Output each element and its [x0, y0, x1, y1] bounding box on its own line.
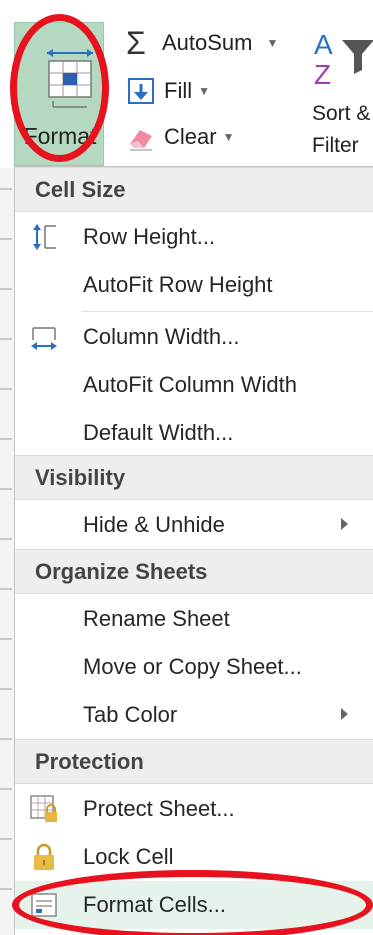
lock-icon	[34, 843, 54, 870]
menu-item-lock-cell[interactable]: Lock Cell	[15, 833, 373, 881]
section-protection: Protection	[15, 739, 373, 784]
section-visibility: Visibility	[15, 455, 373, 500]
worksheet-edge	[0, 168, 14, 935]
sort-label[interactable]: Sort &	[312, 102, 370, 126]
eraser-icon	[130, 130, 152, 151]
menu-item-label: Protect Sheet...	[83, 796, 235, 821]
menu-item-protect-sheet[interactable]: Protect Sheet...	[15, 785, 373, 833]
section-title: Cell Size	[35, 177, 126, 202]
menu-item-autofit-column-width[interactable]: AutoFit Column Width	[15, 361, 373, 409]
menu-item-column-width[interactable]: Column Width...	[15, 313, 373, 361]
section-title: Visibility	[35, 465, 126, 490]
submenu-arrow-icon	[341, 708, 348, 720]
row-height-icon	[33, 224, 56, 250]
fill-button[interactable]: Fill ▼	[126, 76, 210, 106]
menu-item-label: Hide & Unhide	[83, 512, 225, 537]
menu-item-label: Column Width...	[83, 324, 240, 349]
menu-item-label: Default Width...	[83, 420, 234, 445]
fill-label: Fill	[164, 78, 193, 103]
filter-label[interactable]: Filter	[312, 134, 359, 158]
clear-label: Clear	[164, 124, 217, 149]
format-cells-icon	[47, 49, 93, 108]
menu-item-label: AutoFit Column Width	[83, 372, 297, 397]
menu-item-hide-unhide[interactable]: Hide & Unhide	[15, 501, 373, 549]
ribbon-cells-editing-group: Format Σ AutoSum ▼ Fill ▼ Clear ▼ A Z So…	[0, 0, 373, 168]
svg-text:A: A	[314, 29, 333, 60]
menu-item-label: AutoFit Row Height	[83, 272, 273, 297]
autosum-button[interactable]: Σ AutoSum ▼	[126, 25, 279, 61]
menu-item-format-cells[interactable]: Format Cells...	[15, 881, 373, 929]
chevron-down-icon: ▼	[198, 84, 210, 98]
menu-item-label: Lock Cell	[83, 844, 174, 869]
menu-item-row-height[interactable]: Row Height...	[15, 213, 373, 261]
format-button[interactable]: Format	[14, 22, 104, 166]
menu-item-autofit-row-height[interactable]: AutoFit Row Height	[15, 261, 373, 309]
menu-item-default-width[interactable]: Default Width...	[15, 409, 373, 457]
format-cells-dialog-icon	[31, 893, 57, 917]
fill-down-icon	[128, 78, 154, 104]
sort-filter-icon[interactable]: A Z	[308, 26, 373, 96]
menu-item-move-copy-sheet[interactable]: Move or Copy Sheet...	[15, 643, 373, 691]
menu-item-label: Row Height...	[83, 224, 216, 249]
format-dropdown-menu: Cell Size Row Height... AutoFit Row Heig…	[14, 166, 373, 935]
clear-button[interactable]: Clear ▼	[126, 122, 234, 152]
protect-sheet-icon	[30, 795, 57, 822]
menu-item-rename-sheet[interactable]: Rename Sheet	[15, 595, 373, 643]
svg-text:Z: Z	[314, 59, 331, 90]
menu-item-label: Move or Copy Sheet...	[83, 654, 302, 679]
menu-separator	[81, 311, 373, 312]
sigma-icon: Σ	[126, 25, 146, 61]
section-organize-sheets: Organize Sheets	[15, 549, 373, 594]
section-title: Protection	[35, 749, 144, 774]
format-button-label: Format	[23, 123, 97, 149]
menu-item-tab-color[interactable]: Tab Color	[15, 691, 373, 739]
section-title: Organize Sheets	[35, 559, 208, 584]
menu-item-label: Format Cells...	[83, 892, 227, 917]
menu-item-label: Rename Sheet	[83, 606, 230, 631]
menu-item-label: Tab Color	[83, 702, 178, 727]
chevron-down-icon: ▼	[266, 36, 279, 50]
column-width-icon	[31, 327, 57, 350]
submenu-arrow-icon	[341, 518, 348, 530]
autosum-label: AutoSum	[162, 30, 253, 55]
section-cell-size: Cell Size	[15, 167, 373, 212]
chevron-down-icon: ▼	[222, 130, 235, 144]
